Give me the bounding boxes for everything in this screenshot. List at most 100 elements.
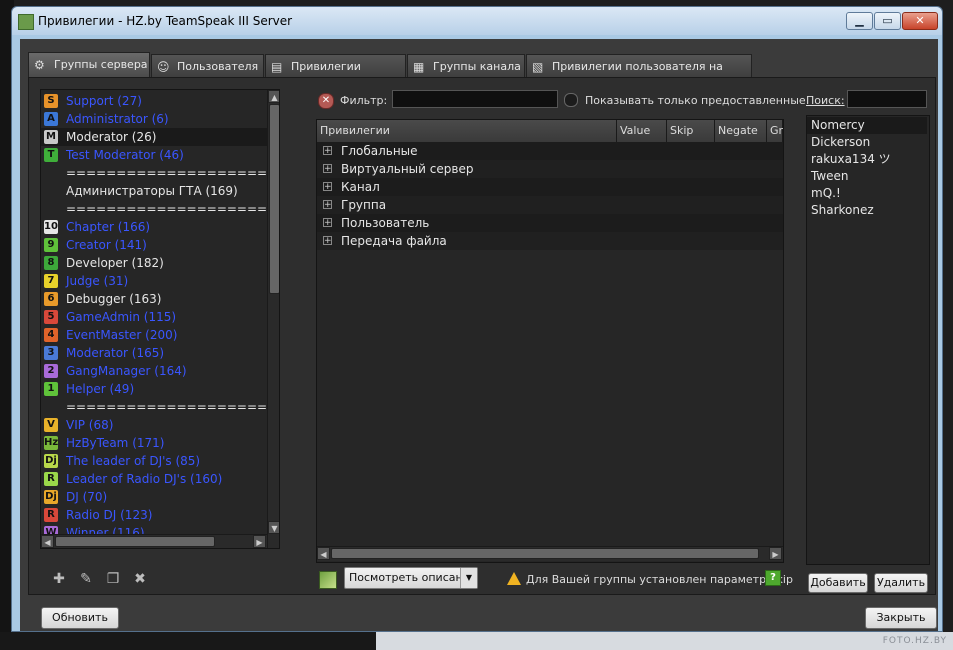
granted-only-label: Показывать только предоставленные (585, 94, 806, 107)
group-list-horizontal-scrollbar[interactable]: ◀ ▶ (41, 534, 267, 548)
tab-server-groups[interactable]: ⚙ Группы сервера (28, 52, 150, 78)
group-list-item[interactable]: 7 Judge (31) (41, 272, 267, 290)
group-list-item[interactable]: 4 EventMaster (200) (41, 326, 267, 344)
expand-icon[interactable]: + (323, 200, 332, 210)
group-list-item[interactable]: 8 Developer (182) (41, 254, 267, 272)
column-header-negate[interactable]: Negate (715, 120, 767, 142)
group-list-vertical-scrollbar[interactable]: ▲ ▼ (267, 90, 279, 548)
group-list-item[interactable]: Администраторы ГТА (169) (41, 182, 267, 200)
column-header-value[interactable]: Value (617, 120, 667, 142)
column-header-permission[interactable]: Привилегии (317, 120, 617, 142)
member-list-item[interactable]: Nomercy (807, 117, 927, 134)
expand-icon[interactable]: + (323, 218, 332, 228)
tab-channel-groups[interactable]: ▦ Группы канала (407, 54, 525, 78)
permission-category-row[interactable]: + Глобальные (317, 142, 783, 160)
group-list-item[interactable]: Hz HzByTeam (171) (41, 434, 267, 452)
tab-channel-permissions[interactable]: ▤ Привилегии канала (265, 54, 406, 97)
permission-category-row[interactable]: + Виртуальный сервер (317, 160, 783, 178)
column-header-skip[interactable]: Skip (667, 120, 715, 142)
tab-channel-client-permissions[interactable]: ▧ Привилегии пользователя на канале (526, 54, 752, 97)
granted-only-checkbox[interactable] (564, 93, 578, 107)
expand-icon[interactable]: + (323, 146, 332, 156)
group-list-item[interactable]: R Radio DJ (123) (41, 506, 267, 524)
permission-category-row[interactable]: + Пользователь (317, 214, 783, 232)
group-label: HzByTeam (171) (66, 436, 165, 450)
group-list-item[interactable]: 2 GangManager (164) (41, 362, 267, 380)
expand-icon[interactable]: + (323, 236, 332, 246)
scroll-left-button[interactable]: ◀ (41, 535, 54, 548)
group-label: Moderator (26) (66, 130, 157, 144)
group-list-item[interactable]: ======================= ( ( (41, 200, 267, 218)
group-list-item[interactable]: 5 GameAdmin (115) (41, 308, 267, 326)
permissions-horizontal-scrollbar[interactable]: ◀ ▶ (317, 546, 783, 561)
maximize-button[interactable]: ▭ (874, 12, 901, 30)
group-list-item[interactable]: ======================= (1 (41, 398, 267, 416)
group-list-item[interactable]: S Support (27) (41, 92, 267, 110)
close-window-button[interactable]: ✕ (902, 12, 938, 30)
permission-category-row[interactable]: + Группа (317, 196, 783, 214)
permission-category-row[interactable]: + Передача файла (317, 232, 783, 250)
copy-group-button[interactable]: ❐ (103, 569, 123, 589)
scroll-right-button[interactable]: ▶ (253, 535, 266, 548)
group-list-item[interactable]: 3 Moderator (165) (41, 344, 267, 362)
scroll-thumb[interactable] (331, 548, 759, 559)
group-list-item[interactable]: 1 Helper (49) (41, 380, 267, 398)
tab-clients[interactable]: ☺ Пользователя (151, 54, 264, 78)
permission-category-row[interactable]: + Канал (317, 178, 783, 196)
member-list-item[interactable]: Tween (807, 168, 927, 185)
teamspeak-app-icon (18, 14, 34, 30)
group-list-item[interactable]: 6 Debugger (163) (41, 290, 267, 308)
group-list-item[interactable]: A Administrator (6) (41, 110, 267, 128)
group-list-item[interactable]: V VIP (68) (41, 416, 267, 434)
edit-description-icon[interactable] (319, 571, 337, 589)
group-list-item[interactable]: 9 Creator (141) (41, 236, 267, 254)
member-list-item[interactable]: Dickerson (807, 134, 927, 151)
group-list-item[interactable]: Dj The leader of DJ's (85) (41, 452, 267, 470)
remove-member-button[interactable]: Удалить (874, 573, 928, 593)
add-group-button[interactable]: ✚ (49, 569, 69, 589)
scroll-up-button[interactable]: ▲ (268, 90, 279, 103)
close-button[interactable]: Закрыть (865, 607, 937, 629)
group-list-item[interactable]: 10 Chapter (166) (41, 218, 267, 236)
scroll-right-button[interactable]: ▶ (769, 547, 782, 560)
group-label: Moderator (165) (66, 346, 165, 360)
permissions-tree[interactable]: Привилегии Value Skip Negate Gra + Глобал… (316, 119, 784, 563)
add-member-button[interactable]: Добавить (808, 573, 868, 593)
help-icon[interactable]: ? (765, 570, 781, 586)
member-list-item[interactable]: rakuxa134 ツ (807, 151, 927, 168)
refresh-button[interactable]: Обновить (41, 607, 119, 629)
filter-input[interactable] (392, 90, 558, 108)
permission-category-label: Глобальные (341, 144, 418, 158)
title-bar[interactable]: Привилегии - HZ.by TeamSpeak III Server … (12, 7, 942, 35)
group-list-item[interactable]: T Test Moderator (46) (41, 146, 267, 164)
view-description-dropdown[interactable]: Посмотреть описание ▼ (344, 567, 478, 589)
group-list-item[interactable]: ======================= (16 (41, 164, 267, 182)
group-label: Helper (49) (66, 382, 135, 396)
member-list-item[interactable]: Sharkonez (807, 202, 927, 219)
window-title: Привилегии - HZ.by TeamSpeak III Server (38, 14, 293, 28)
chevron-down-icon[interactable]: ▼ (460, 568, 477, 588)
minimize-button[interactable]: ▁ (846, 12, 873, 30)
column-header-grant[interactable]: Gra (767, 120, 783, 142)
server-group-list[interactable]: S Support (27) A Administrator (6) M Moderato… (40, 89, 280, 549)
expand-icon[interactable]: + (323, 164, 332, 174)
clear-filter-icon[interactable]: ✕ (318, 93, 334, 109)
scroll-thumb[interactable] (55, 536, 215, 547)
group-badge-icon: 10 (44, 220, 58, 234)
search-input[interactable] (847, 90, 927, 108)
member-list-item[interactable]: mQ.! (807, 185, 927, 202)
group-member-list[interactable]: Nomercy Dickerson rakuxa134 ツ Tween mQ.! Shar… (806, 115, 930, 565)
rename-group-button[interactable]: ✎ (76, 569, 96, 589)
scroll-left-button[interactable]: ◀ (317, 547, 330, 560)
group-badge-icon: V (44, 418, 58, 432)
scroll-down-button[interactable]: ▼ (268, 521, 279, 534)
group-list-item[interactable]: M Moderator (26) (41, 128, 267, 146)
group-list-item[interactable]: R Leader of Radio DJ's (160) (41, 470, 267, 488)
delete-group-button[interactable]: ✖ (130, 569, 150, 589)
group-label: DJ (70) (66, 490, 108, 504)
group-label: Creator (141) (66, 238, 147, 252)
scroll-thumb[interactable] (269, 104, 279, 294)
group-list-item[interactable]: Dj DJ (70) (41, 488, 267, 506)
expand-icon[interactable]: + (323, 182, 332, 192)
group-label: Support (27) (66, 94, 142, 108)
